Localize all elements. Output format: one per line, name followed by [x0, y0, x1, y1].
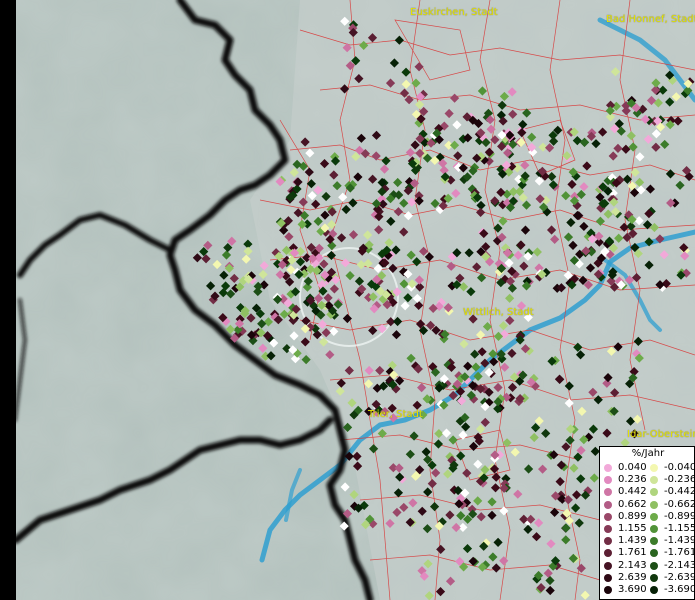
legend-swatch: [650, 464, 658, 472]
city-label-wittlich: Wittlich, Stadt: [463, 307, 534, 318]
legend-title: %/Jahr: [631, 448, 665, 459]
legend-swatch: [650, 573, 658, 582]
legend-swatch: [604, 488, 612, 497]
legend-value: 0.662: [618, 498, 647, 510]
legend-value: 2.639: [618, 571, 647, 583]
legend-value: 0.899: [618, 510, 647, 522]
legend-swatch: [604, 525, 612, 533]
legend-value: 1.761: [618, 547, 647, 559]
legend-value: -0.236: [664, 474, 695, 486]
legend-value: -3.690: [664, 584, 695, 595]
legend-swatch: [604, 476, 612, 485]
legend-value: 0.442: [618, 486, 647, 498]
legend-value: 3.690: [618, 584, 647, 595]
left-frame-bar: [0, 0, 16, 600]
map-canvas[interactable]: [16, 0, 695, 600]
legend-value: -0.040: [664, 462, 695, 473]
legend-value: 0.040: [618, 462, 647, 473]
legend-swatch: [604, 537, 612, 546]
city-label-idar-oberstein: Idar-Oberstein: [627, 429, 695, 440]
legend-value: 1.439: [618, 535, 647, 547]
legend-value: -1.761: [664, 547, 695, 559]
legend-value: 1.155: [618, 523, 647, 534]
legend-value: -0.662: [664, 498, 695, 510]
legend-swatch: [650, 488, 658, 497]
legend-value: -0.899: [664, 510, 695, 522]
legend-swatch: [650, 476, 658, 485]
legend-swatch: [604, 573, 612, 582]
city-label-bad-honnef: Bad Honnef, Stadt: [606, 14, 695, 25]
city-label-trier: Trier, Stadt: [368, 409, 423, 420]
legend-swatch: [650, 561, 658, 570]
legend-value: 2.143: [618, 559, 647, 571]
legend-value: -0.442: [664, 486, 695, 498]
map-view[interactable]: Euskirchen, Stadt Bad Honnef, Stadt Witt…: [0, 0, 695, 600]
legend-value: -1.155: [664, 523, 695, 534]
legend: %/Jahr 0.040 -0.040 0.236 -0.236 0.442 -0.442…: [599, 446, 695, 600]
legend-swatch: [650, 549, 658, 558]
legend-swatch: [604, 586, 612, 594]
legend-swatch: [650, 525, 658, 533]
legend-swatch: [650, 586, 658, 594]
legend-swatch: [604, 512, 612, 521]
legend-swatch: [604, 500, 612, 509]
legend-swatch: [650, 512, 658, 521]
legend-swatch: [650, 500, 658, 509]
legend-value: -1.439: [664, 535, 695, 547]
legend-value: -2.639: [664, 571, 695, 583]
legend-swatch: [604, 561, 612, 570]
legend-value: -2.143: [664, 559, 695, 571]
legend-swatch: [604, 464, 612, 472]
legend-swatch: [650, 537, 658, 546]
city-label-euskirchen: Euskirchen, Stadt: [410, 7, 498, 18]
legend-value: 0.236: [618, 474, 647, 486]
legend-swatch: [604, 549, 612, 558]
